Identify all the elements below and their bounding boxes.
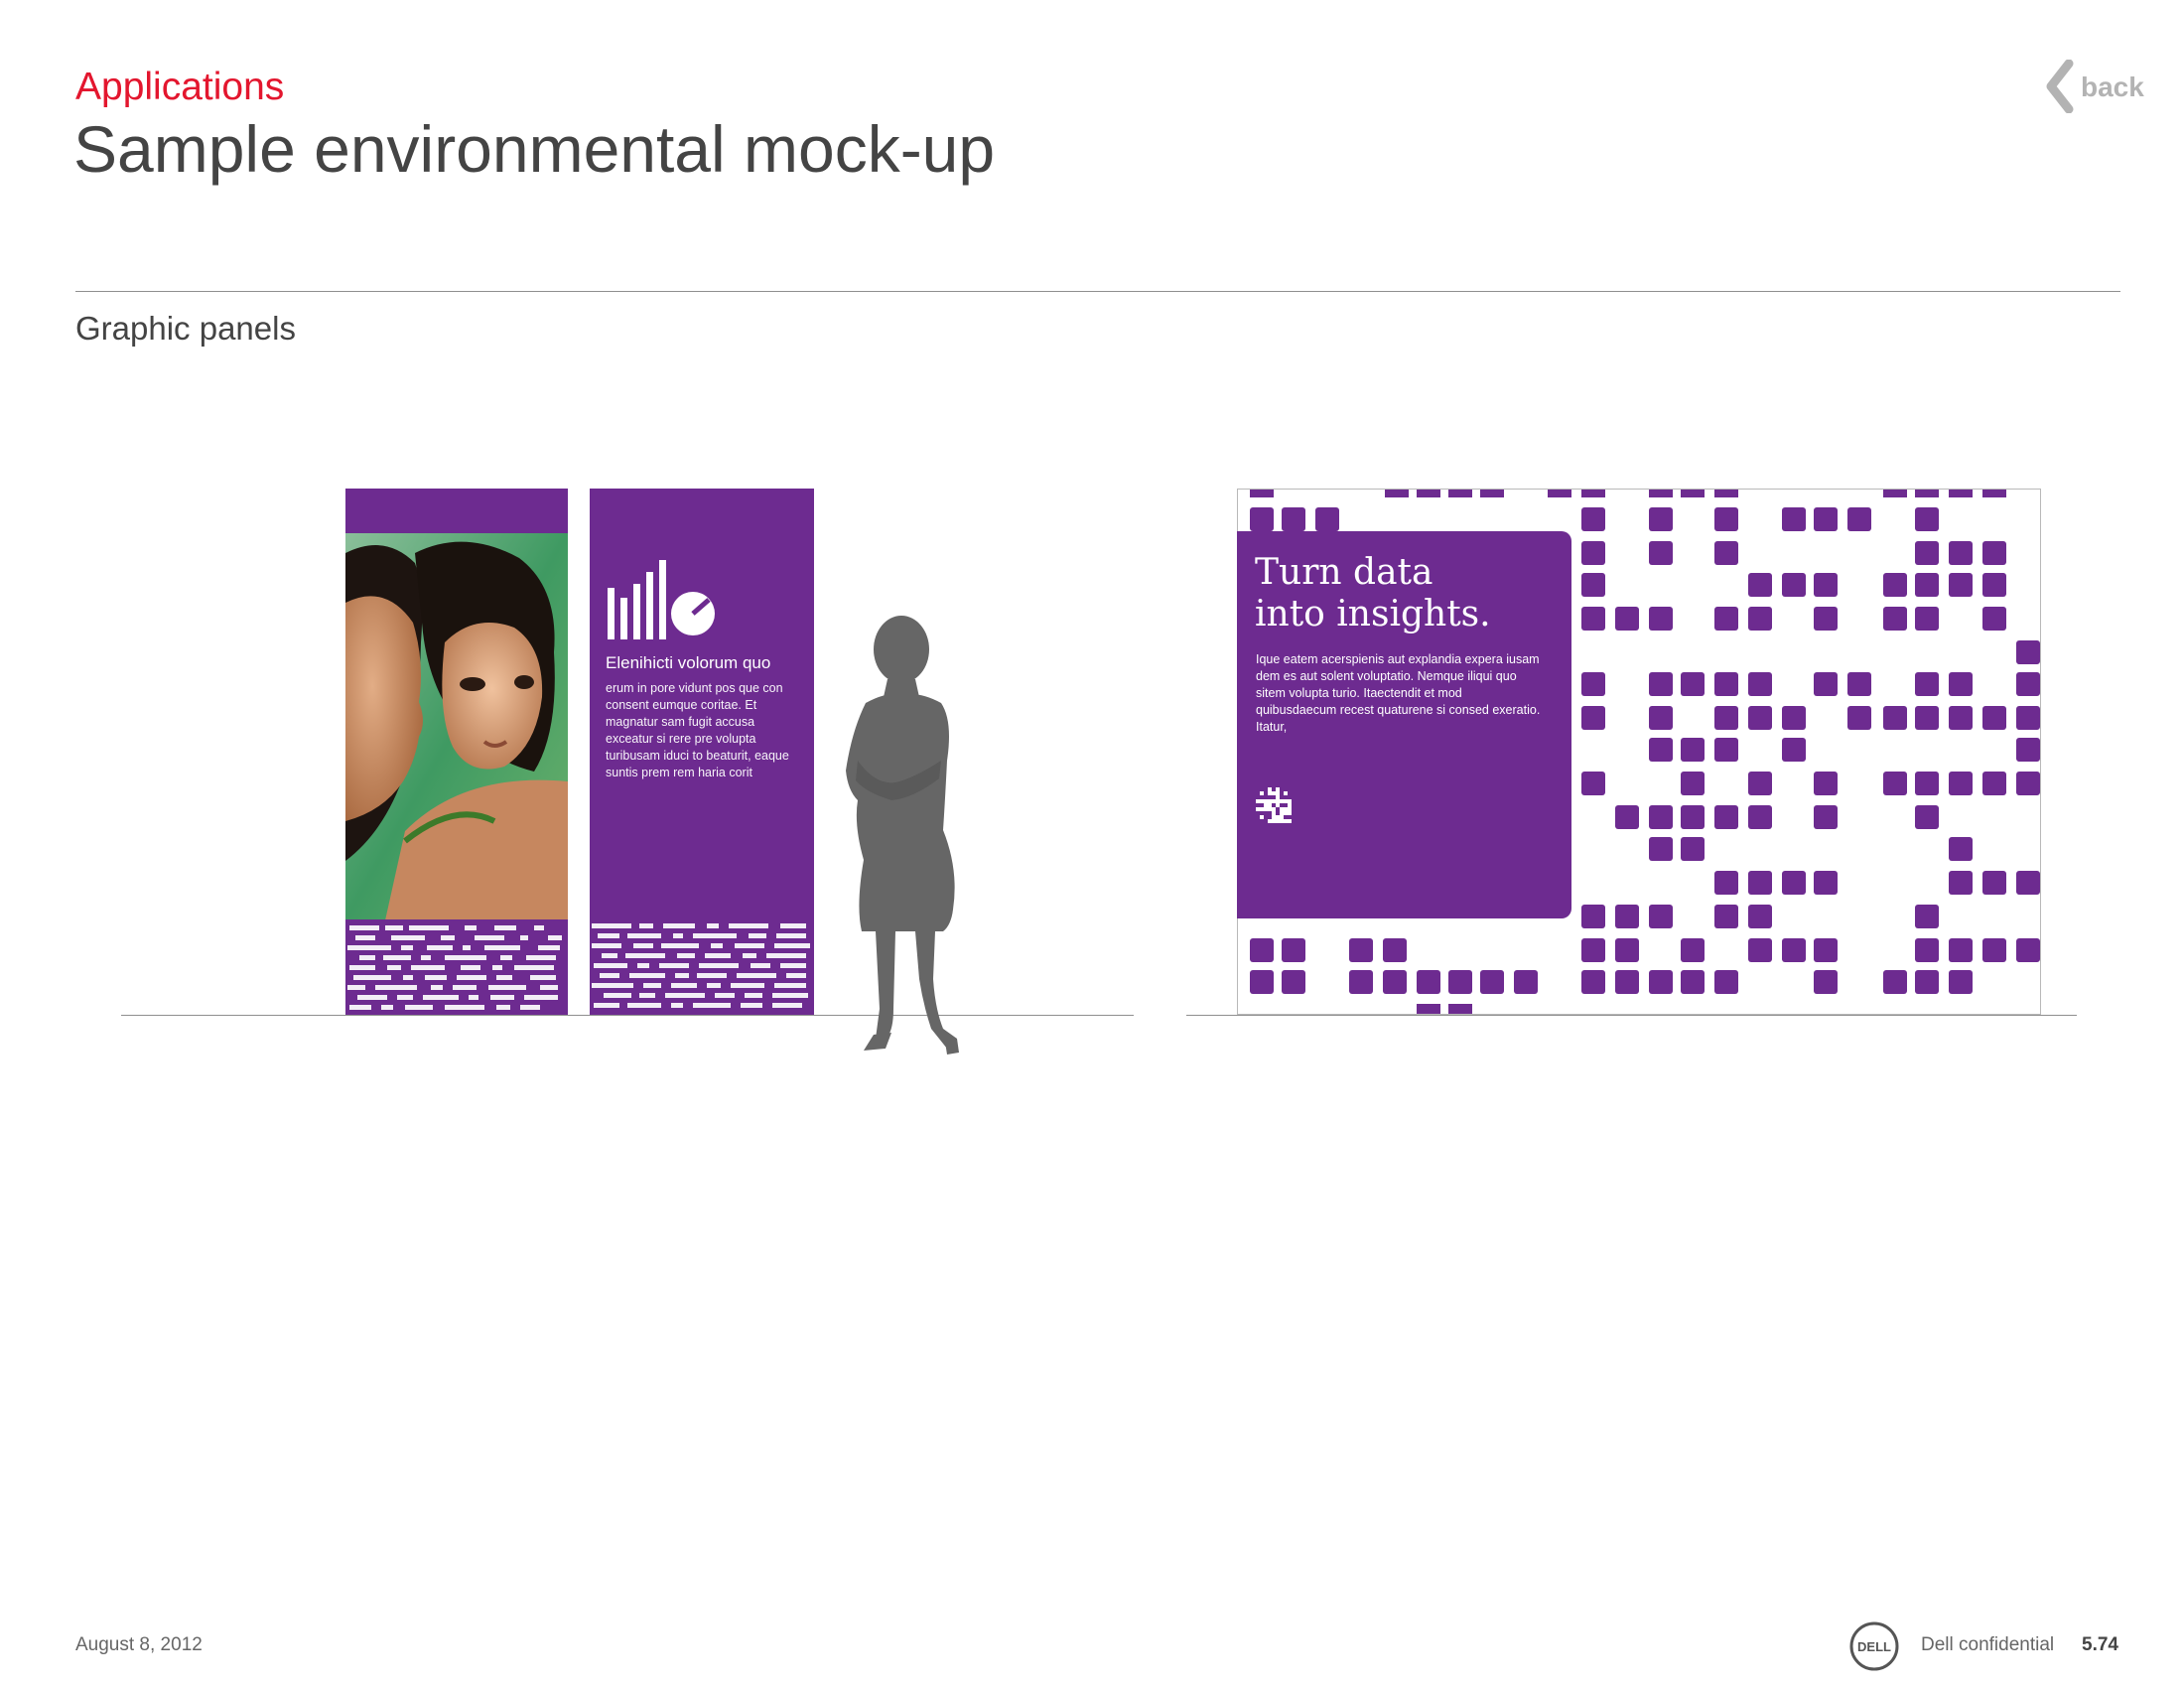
wall-body-text: Ique eatem acerspienis aut explandia exp… xyxy=(1256,652,1541,734)
back-button[interactable]: back xyxy=(2043,60,2144,113)
section-title: Graphic panels xyxy=(75,310,296,347)
section-eyebrow: Applications xyxy=(75,66,285,108)
bar-chart-pie-icon xyxy=(608,560,715,639)
footer-confidential: Dell confidential xyxy=(1921,1634,2055,1655)
pixel-mosaic-pattern xyxy=(345,919,568,1015)
wall-headline-line2: into insights. xyxy=(1255,594,1491,634)
svg-text:DELL: DELL xyxy=(1857,1639,1891,1654)
pixel-mosaic-pattern xyxy=(590,919,814,1015)
wall-headline-line1: Turn data xyxy=(1255,552,1433,593)
header-divider xyxy=(75,291,2120,292)
person-silhouette xyxy=(846,616,959,1055)
panel-body-text: erum in pore vidunt pos que con consent … xyxy=(606,681,789,779)
page-number: 5.74 xyxy=(2082,1634,2118,1655)
footer-date: August 8, 2012 xyxy=(75,1634,203,1655)
qr-code-icon xyxy=(1256,787,1292,823)
family-photo-image xyxy=(345,533,568,920)
wall-headline: Turn data into insights. xyxy=(1255,552,1491,635)
panel-heading: Elenihicti volorum quo xyxy=(606,653,771,672)
page-title: Sample environmental mock-up xyxy=(73,112,996,186)
panel-photo xyxy=(345,533,568,920)
floor-line-right xyxy=(1186,1015,2077,1016)
back-label: back xyxy=(2081,71,2144,102)
dell-logo: DELL xyxy=(1849,1621,1899,1671)
chevron-left-icon xyxy=(2046,60,2074,113)
